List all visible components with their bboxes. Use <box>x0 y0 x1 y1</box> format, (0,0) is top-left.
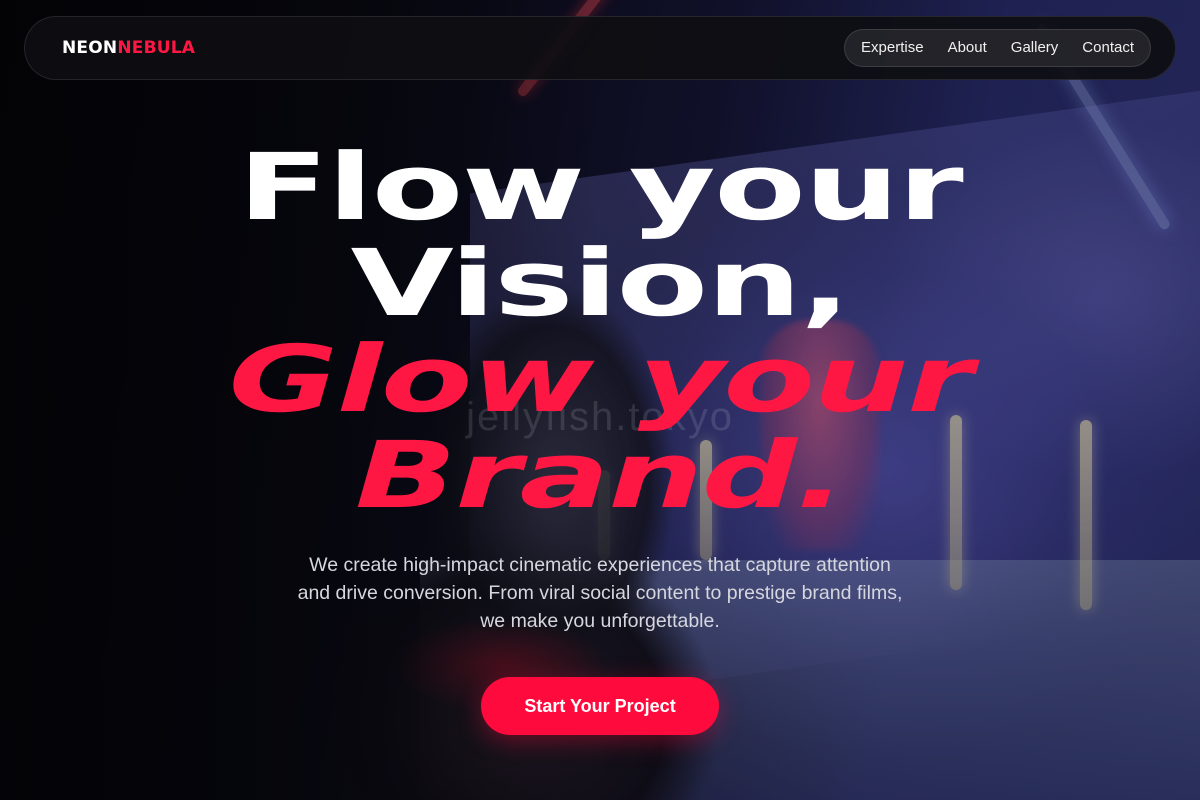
navbar: NEON NEBULA Expertise About Gallery Conta… <box>24 16 1176 80</box>
headline-line-4: Brand. <box>355 422 846 529</box>
hero-subtext-line-1: We create high-impact cinematic experien… <box>309 554 891 576</box>
start-project-button[interactable]: Start Your Project <box>481 677 719 735</box>
nav-menu: Expertise About Gallery Contact <box>844 29 1151 67</box>
nav-link-expertise[interactable]: Expertise <box>853 30 932 66</box>
headline-line-1: Flow your <box>237 134 964 241</box>
headline-line-2: Vision, <box>350 230 851 337</box>
brand-logo-part-neon: NEON <box>62 38 118 58</box>
hero-headline: Flow your Vision, Glow your Brand. <box>0 140 1200 524</box>
hero-subtext: We create high-impact cinematic experien… <box>250 551 950 635</box>
hero-subtext-line-2: and drive conversion. From viral social … <box>297 582 903 604</box>
nav-link-about[interactable]: About <box>940 30 995 66</box>
hero-background: jellyfish.tokyo NEON NEBULA Expertise Abo… <box>0 0 1200 800</box>
nav-link-gallery[interactable]: Gallery <box>1003 30 1067 66</box>
nav-link-contact[interactable]: Contact <box>1074 30 1142 66</box>
hero-subtext-line-3: we make you unforgettable. <box>480 610 720 632</box>
brand-logo[interactable]: NEON NEBULA <box>62 38 195 58</box>
brand-logo-part-nebula: NEBULA <box>117 38 196 58</box>
headline-line-3: Glow your <box>228 326 973 433</box>
